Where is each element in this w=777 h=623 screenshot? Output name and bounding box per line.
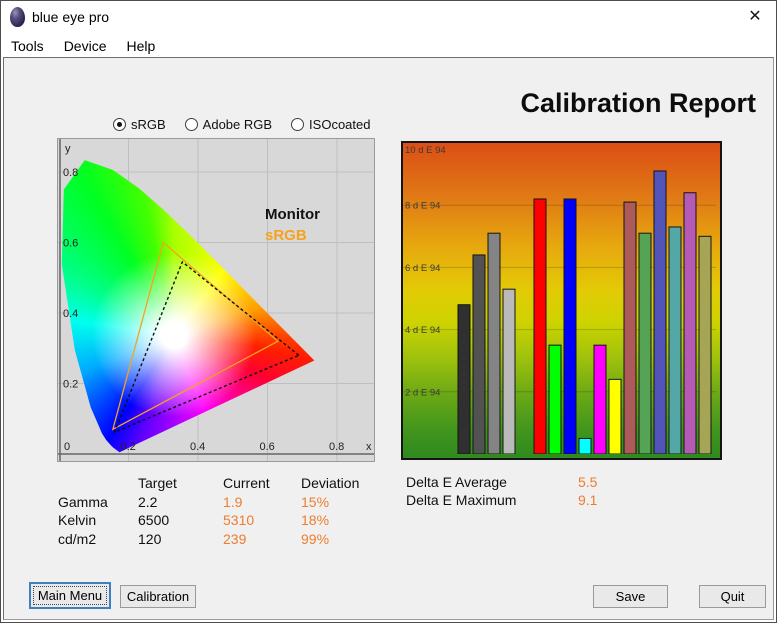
svg-text:0: 0 (64, 441, 70, 453)
svg-text:2 d E 94: 2 d E 94 (405, 387, 440, 398)
bar-chart-canvas: 2 d E 94 4 d E 94 6 d E 94 8 d E 94 10 d E 9… (403, 145, 716, 454)
current-value: 239 (223, 530, 247, 547)
svg-text:Monitor: Monitor (265, 206, 320, 223)
svg-text:0.4: 0.4 (63, 308, 78, 320)
delta-e-bar-chart: 2 d E 94 4 d E 94 6 d E 94 8 d E 94 10 d E 9… (401, 141, 722, 460)
delta-e-label: Delta E Maximum (406, 491, 517, 508)
svg-text:8 d E 94: 8 d E 94 (405, 201, 440, 212)
bar-cyan (578, 437, 592, 454)
bar-gray-60 (487, 232, 501, 454)
quit-button[interactable]: Quit (699, 585, 766, 608)
table-header: Deviation (301, 475, 360, 491)
page-title: Calibration Report (520, 88, 756, 118)
save-button[interactable]: Save (593, 585, 668, 608)
svg-text:0.8: 0.8 (329, 441, 344, 453)
svg-text:sRGB: sRGB (265, 227, 307, 244)
radio-label: Adobe RGB (202, 117, 273, 132)
svg-text:0.6: 0.6 (260, 441, 275, 453)
delta-e-label: Delta E Average (406, 474, 507, 490)
target-value: 6500 (138, 512, 170, 528)
current-value: 1.9 (223, 493, 243, 510)
row-label: Kelvin (58, 512, 97, 528)
table-corner-cell (58, 474, 138, 493)
svg-text:x: x (366, 441, 372, 453)
current-value: 5310 (223, 512, 255, 528)
svg-text:4 d E 94: 4 d E 94 (405, 325, 440, 336)
close-icon[interactable]: ✕ (745, 7, 765, 27)
deviation-value: 18% (301, 512, 330, 528)
bar-mid-green (638, 232, 652, 454)
menu-item-tools[interactable]: Tools (11, 38, 44, 54)
radio-option-isocoated[interactable]: ISOcoated (291, 117, 370, 132)
window-title: blue eye pro (32, 9, 110, 25)
svg-text:0.8: 0.8 (63, 167, 78, 179)
svg-text:y: y (65, 143, 71, 155)
blue-eye-app-icon (10, 7, 25, 27)
cie-gamut-triangles: y 0.2 0.4 0.6 0.8 0 0.2 0.4 0.6 0.8 x Monitor sRGB (63, 143, 372, 453)
radio-icon (184, 118, 198, 131)
bar-dark-red (623, 201, 637, 454)
bar-green (548, 344, 562, 454)
cie-chromaticity-diagram: y 0.2 0.4 0.6 0.8 0 0.2 0.4 0.6 0.8 x Monitor sRGB (57, 138, 375, 462)
svg-text:10 d E 94: 10 d E 94 (405, 145, 446, 156)
radio-label: ISOcoated (309, 117, 371, 132)
bar-purple (683, 192, 697, 454)
app-window: blue eye pro ✕ Tools Device Help sRGB Adobe… (0, 0, 777, 623)
bar-teal (668, 226, 682, 454)
radio-icon (291, 118, 305, 131)
menu-item-device[interactable]: Device (64, 38, 107, 54)
radio-icon (113, 118, 126, 131)
deviation-value: 15% (301, 493, 330, 510)
menu-bar: Tools Device Help (1, 34, 776, 57)
deviation-value: 99% (301, 530, 330, 547)
delta-e-summary: Delta E Average 5.5 Delta E Maximum 9.1 (406, 474, 597, 509)
bar-gray-40 (472, 254, 486, 454)
calibration-button[interactable]: Calibration (120, 585, 196, 608)
bar-blue (563, 198, 577, 454)
radio-selected-dot (117, 122, 122, 127)
svg-text:0.6: 0.6 (63, 238, 78, 250)
calibration-results-table: Target Current Deviation Gamma 2.2 1.9 15% Kelv… (58, 474, 381, 548)
svg-text:6 d E 94: 6 d E 94 (405, 263, 440, 274)
radio-option-srgb[interactable]: sRGB (113, 117, 166, 132)
title-bar: blue eye pro ✕ (1, 1, 776, 34)
table-header: Current (223, 475, 270, 491)
bar-red (533, 198, 547, 454)
radio-label: sRGB (131, 117, 166, 132)
main-menu-button[interactable]: Main Menu (29, 582, 111, 609)
table-header: Target (138, 475, 177, 491)
svg-text:0.2: 0.2 (121, 441, 136, 453)
svg-text:0.2: 0.2 (63, 379, 78, 391)
target-value: 2.2 (138, 493, 158, 510)
bar-dark-blue (653, 170, 667, 454)
svg-text:0.4: 0.4 (190, 441, 205, 453)
color-space-selector: sRGB Adobe RGB ISOcoated (113, 117, 370, 132)
radio-option-adobe-rgb[interactable]: Adobe RGB (184, 117, 273, 132)
target-value: 120 (138, 530, 162, 547)
bar-light-gray (502, 288, 516, 454)
row-label: Gamma (58, 493, 108, 510)
bar-olive (698, 235, 712, 454)
bar-magenta (593, 344, 607, 454)
menu-item-help[interactable]: Help (126, 38, 155, 54)
row-label: cd/m2 (58, 530, 97, 547)
delta-e-value: 5.5 (578, 474, 598, 490)
bar-yellow (608, 378, 622, 454)
bar-dark-gray (457, 304, 471, 454)
delta-e-value: 9.1 (578, 491, 598, 508)
